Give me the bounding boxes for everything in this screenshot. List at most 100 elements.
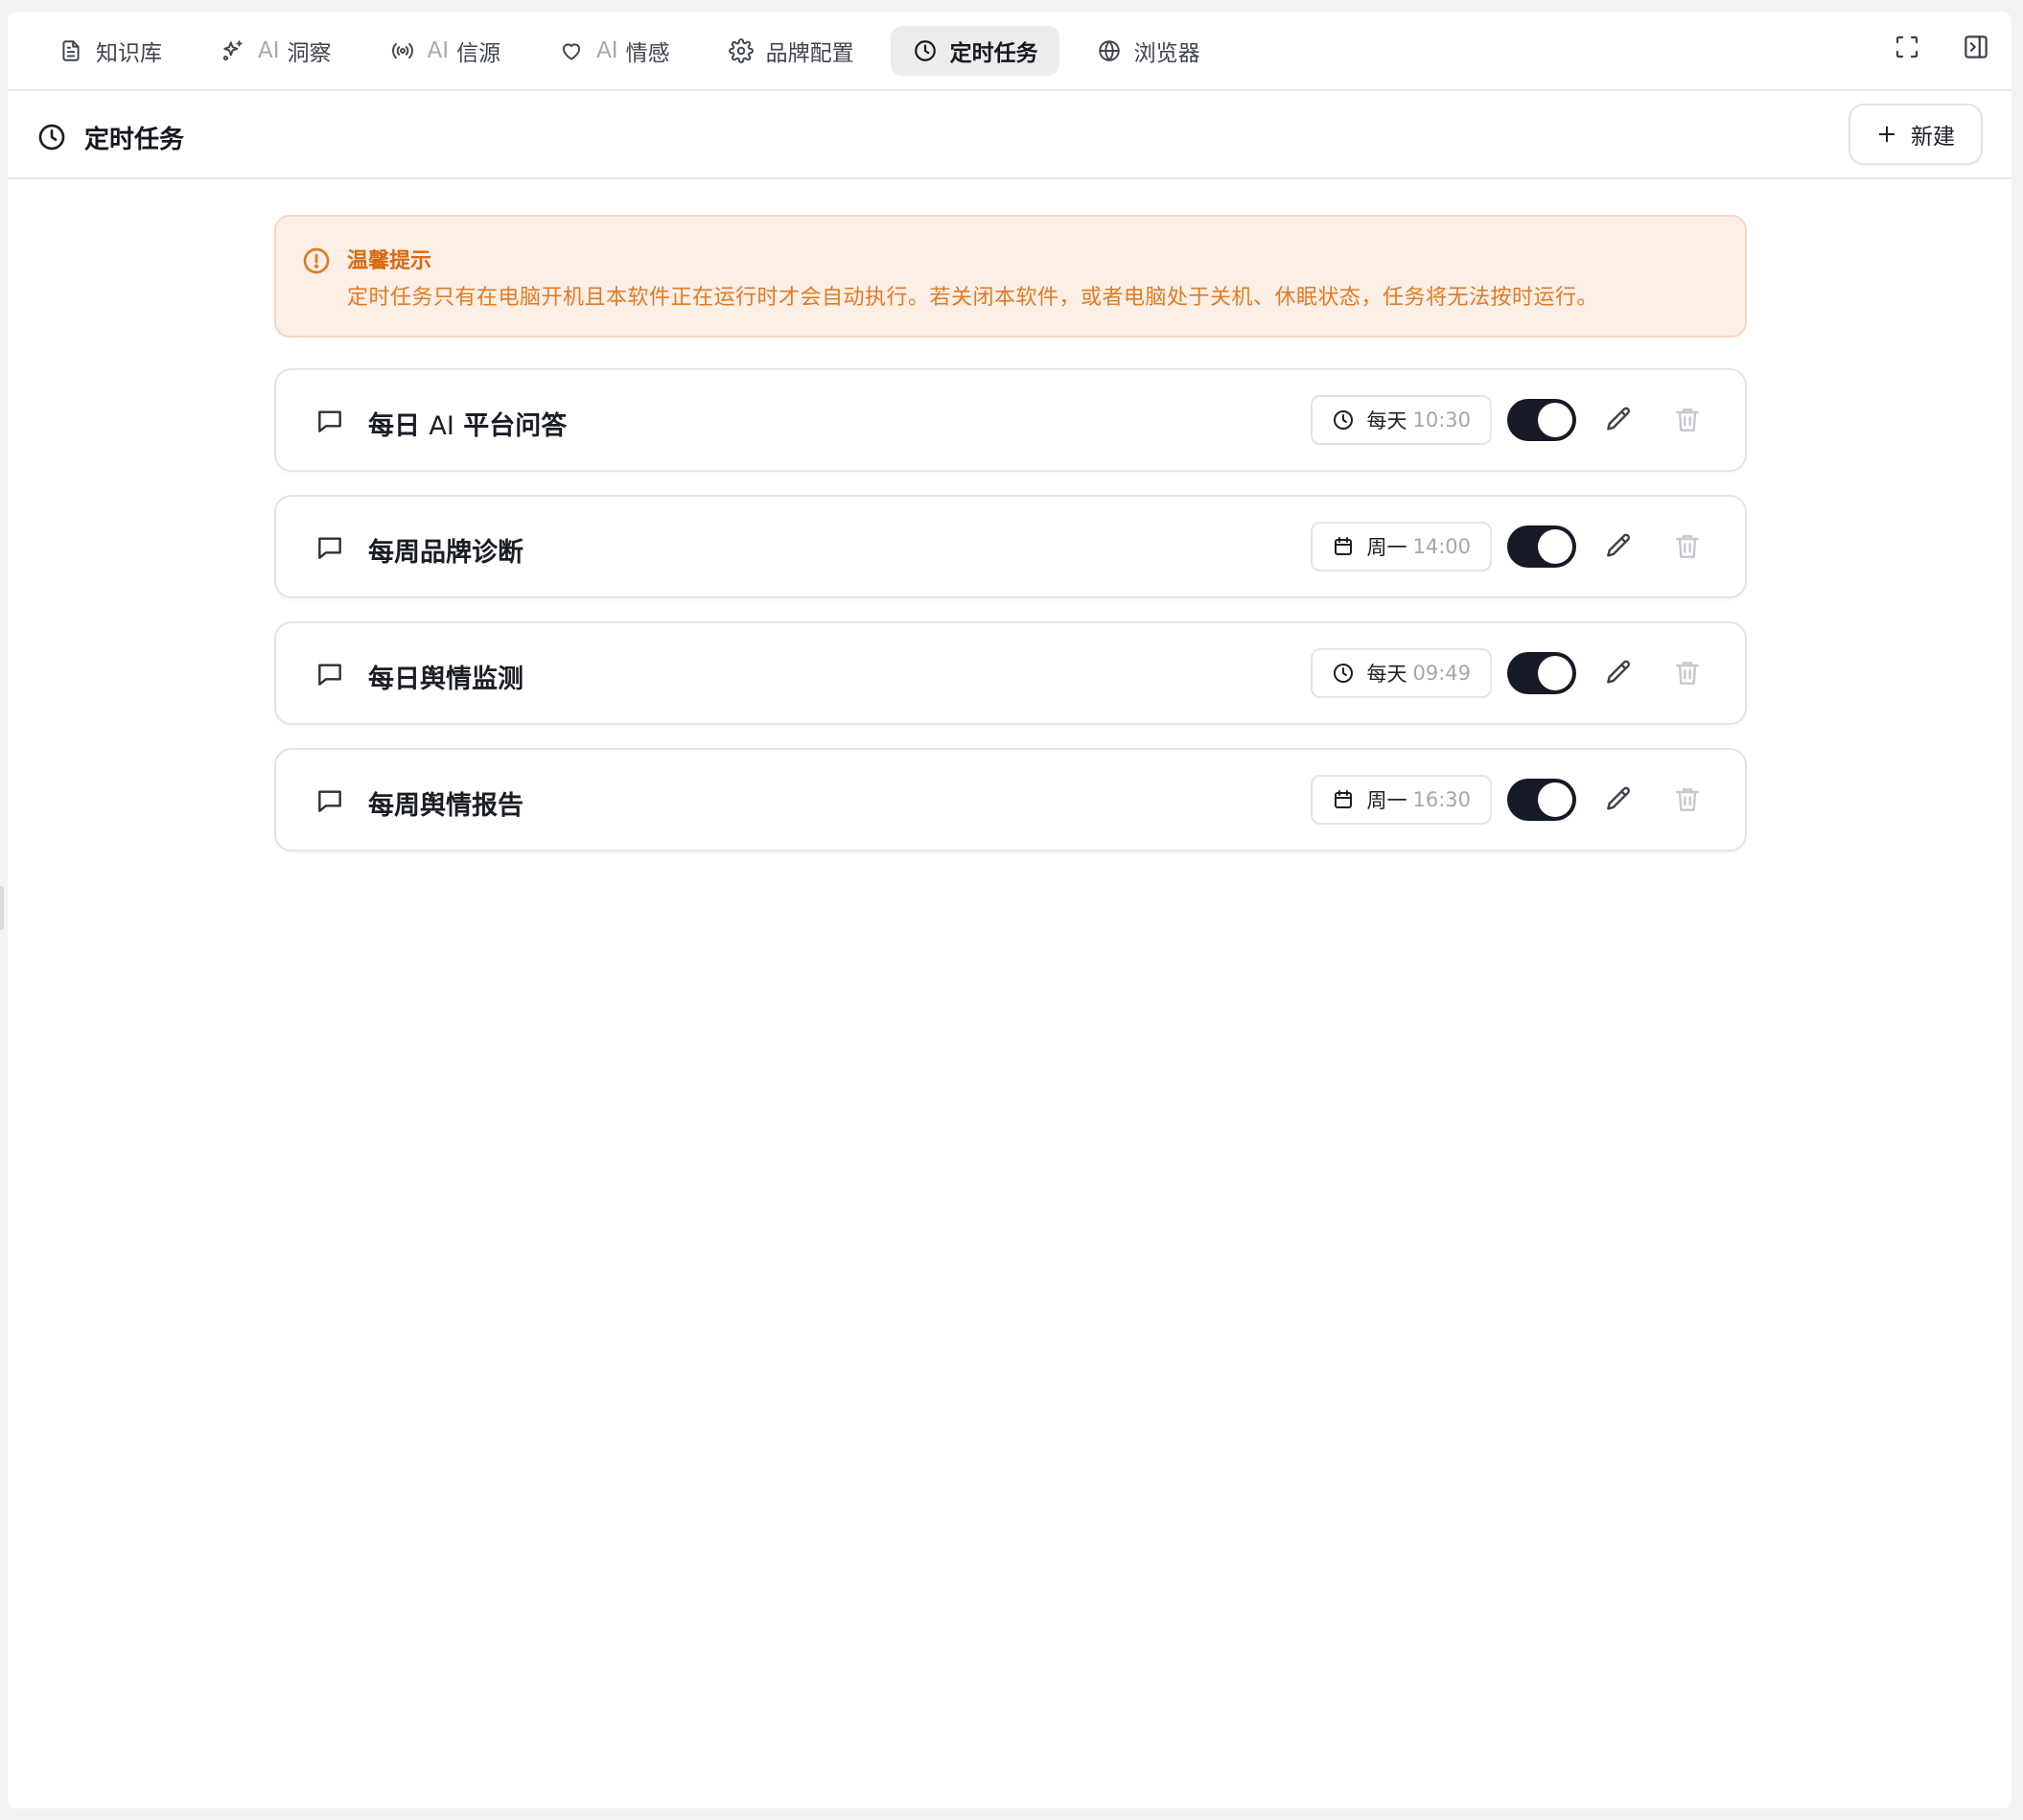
tab-label: 信源 (456, 40, 501, 66)
task-card[interactable]: 每日 AI 平台问答 每天 10:30 (274, 368, 1747, 472)
pencil-icon (1603, 658, 1634, 688)
task-name-part: 每周舆情报告 (368, 791, 523, 821)
task-card[interactable]: 每周舆情报告 周一 16:30 (274, 748, 1747, 852)
window-controls (1891, 33, 1992, 65)
pencil-icon (1603, 531, 1634, 562)
tab-1[interactable]: AI 洞察 (198, 26, 353, 76)
task-list: 每日 AI 平台问答 每天 10:30 每周品牌诊断 周一 14:00 每日舆情监测 每天 09… (274, 368, 1747, 875)
tab-label: 情感 (625, 40, 670, 66)
enable-toggle[interactable] (1507, 399, 1576, 441)
tab-3[interactable]: AI 情感 (537, 26, 691, 76)
delete-button[interactable] (1672, 405, 1703, 435)
notice-body: 定时任务只有在电脑开机且本软件正在运行时才会自动执行。若关闭本软件，或者电脑处于… (347, 286, 1599, 310)
panel-right-icon (1962, 33, 1990, 65)
task-name: 每周舆情报告 (368, 784, 523, 822)
enable-toggle[interactable] (1507, 779, 1576, 821)
tab-label: 品牌配置 (765, 40, 854, 66)
enable-toggle[interactable] (1507, 652, 1576, 694)
gear-icon (728, 37, 755, 64)
schedule-time: 14:00 (1412, 535, 1471, 558)
edit-button[interactable] (1603, 531, 1634, 562)
delete-button[interactable] (1672, 531, 1703, 562)
schedule-time: 09:49 (1412, 662, 1471, 685)
top-tab-bar: 知识库 AI 洞察 AI 信源 AI 情感 品牌配置 定时任务 浏览器 (8, 12, 2011, 91)
message-icon (314, 659, 345, 689)
task-name-part: 平台问答 (453, 411, 568, 441)
warning-notice: 温馨提示 定时任务只有在电脑开机且本软件正在运行时才会自动执行。若关闭本软件，或… (274, 215, 1747, 338)
tab-prefix: AI (258, 37, 280, 63)
edit-button[interactable] (1603, 658, 1634, 688)
page-header: 定时任务 新建 (8, 93, 2011, 179)
tab-0[interactable]: 知识库 (38, 26, 183, 76)
tab-prefix: AI (596, 37, 618, 63)
tab-label: 知识库 (96, 40, 162, 66)
task-name-part: 每日舆情监测 (368, 665, 523, 694)
tab-4[interactable]: 品牌配置 (707, 26, 875, 76)
schedule-frequency: 周一 (1366, 536, 1407, 559)
toggle-panel-button[interactable] (1960, 33, 1992, 65)
schedule-frequency: 每天 (1366, 409, 1407, 432)
task-name-part: 每日 (368, 411, 430, 441)
broadcast-icon (389, 37, 416, 64)
delete-button[interactable] (1672, 658, 1703, 688)
pencil-icon (1603, 784, 1634, 815)
task-name-part: AI (429, 411, 454, 441)
app-window: 知识库 AI 洞察 AI 信源 AI 情感 品牌配置 定时任务 浏览器 定时任务… (8, 12, 2011, 1808)
schedule-badge: 每天 10:30 (1311, 395, 1492, 445)
toggle-knob (1538, 782, 1572, 817)
alert-circle-icon (301, 245, 332, 276)
heart-icon (558, 37, 585, 64)
tab-label: 洞察 (287, 40, 332, 66)
fullscreen-button[interactable] (1891, 33, 1923, 65)
schedule-badge: 周一 16:30 (1311, 775, 1492, 825)
tab-label: 定时任务 (949, 40, 1038, 66)
message-icon (314, 406, 345, 436)
message-icon (314, 532, 345, 563)
clock-icon (36, 122, 67, 152)
edit-button[interactable] (1603, 405, 1634, 435)
globe-icon (1096, 37, 1123, 64)
tab-label: 浏览器 (1133, 40, 1200, 66)
schedule-badge: 每天 09:49 (1311, 648, 1492, 698)
task-card[interactable]: 每周品牌诊断 周一 14:00 (274, 495, 1747, 598)
calendar-icon (1332, 788, 1366, 811)
schedule-time: 16:30 (1412, 788, 1471, 811)
schedule-time: 10:30 (1412, 408, 1471, 432)
task-name: 每日舆情监测 (368, 658, 523, 695)
new-task-label: 新建 (1911, 125, 1955, 150)
clock-icon (1332, 408, 1366, 432)
new-task-button[interactable]: 新建 (1849, 104, 1983, 165)
toggle-knob (1538, 529, 1572, 564)
trash-icon (1672, 405, 1703, 435)
delete-button[interactable] (1672, 784, 1703, 815)
resize-handle[interactable] (0, 886, 4, 930)
page-title: 定时任务 (84, 126, 185, 154)
schedule-frequency: 每天 (1366, 663, 1407, 686)
schedule-badge: 周一 14:00 (1311, 522, 1492, 572)
task-name-part: 每周品牌诊断 (368, 538, 523, 568)
pencil-icon (1603, 405, 1634, 435)
calendar-icon (1332, 535, 1366, 558)
tab-2[interactable]: AI 信源 (368, 26, 523, 76)
edit-button[interactable] (1603, 784, 1634, 815)
task-card[interactable]: 每日舆情监测 每天 09:49 (274, 621, 1747, 725)
plus-icon (1876, 124, 1911, 145)
trash-icon (1672, 531, 1703, 562)
notice-title: 温馨提示 (347, 249, 432, 273)
toggle-knob (1538, 656, 1572, 690)
task-name: 每周品牌诊断 (368, 531, 523, 569)
clock-icon (912, 37, 939, 64)
trash-icon (1672, 784, 1703, 815)
enable-toggle[interactable] (1507, 525, 1576, 568)
fullscreen-icon (1893, 33, 1921, 65)
schedule-frequency: 周一 (1366, 789, 1407, 812)
tab-6[interactable]: 浏览器 (1075, 26, 1221, 76)
clock-icon (1332, 662, 1366, 685)
tab-5[interactable]: 定时任务 (890, 25, 1059, 76)
tab-prefix: AI (427, 37, 450, 63)
task-name: 每日 AI 平台问答 (368, 405, 567, 442)
trash-icon (1672, 658, 1703, 688)
sparkle-icon (220, 37, 246, 64)
toggle-knob (1538, 403, 1572, 437)
message-icon (314, 785, 345, 816)
